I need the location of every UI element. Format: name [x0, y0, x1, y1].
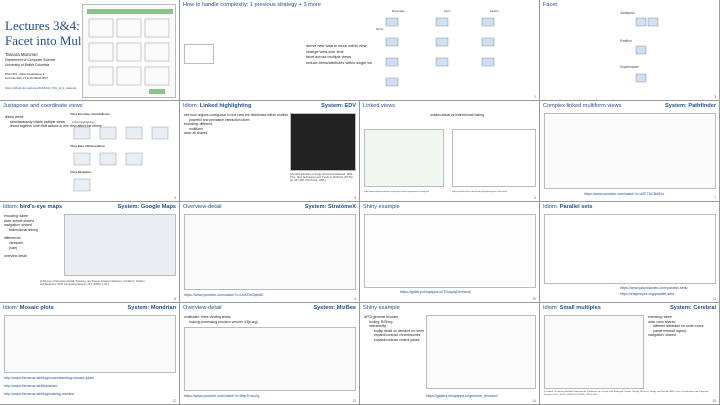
shiny-screenshot	[364, 214, 536, 288]
slide-heading: Shiny example	[363, 305, 400, 311]
stratomex-screenshot	[184, 214, 356, 290]
repo-link[interactable]: https://github.ubc.ca/mds-2016/DSCI_531_…	[5, 86, 77, 90]
slide-parallel-sets: Idiom: Parallel sets https://www.jasonda…	[540, 202, 720, 303]
slide-number: 12	[172, 399, 176, 403]
video-link[interactable]: https://www.youtube.com/watch?v=UcKDbGql…	[184, 293, 264, 297]
strategy-diagram: Manipulate Facet Reduce Derive	[372, 8, 532, 96]
bullet-list: encoding: same data: none shared differe…	[648, 315, 704, 338]
slide-heading: How to handle complexity: 1 previous str…	[183, 2, 321, 8]
label-manipulate: Manipulate	[392, 10, 405, 13]
title-figure	[82, 4, 176, 98]
system-label: System: Google Maps	[117, 204, 176, 210]
mosaic-link-2[interactable]: http://www.theusrus.de/Mondrian/	[4, 384, 57, 388]
system-label: System: Mondrian	[127, 305, 177, 311]
slide-heading: Overview-detail	[183, 204, 222, 210]
facet-icons	[635, 17, 659, 83]
mizbee-screenshot	[184, 327, 356, 391]
bullet-list: APGI genome browser tooling: R/Shiny int…	[364, 315, 425, 342]
slide-heading: Shiny example	[363, 204, 400, 210]
label-derive: Derive	[376, 28, 384, 31]
app-link[interactable]: https://gallery.shinyapps.io/TSupplyDema…	[400, 290, 471, 294]
department: Department of Computer Science	[5, 58, 56, 62]
react-d3-link[interactable]: http://peterbeshai.com/linked-highlighti…	[452, 191, 507, 193]
slide-heading: Complex linked multiform views	[543, 103, 622, 109]
pathfinder-screenshot	[544, 113, 716, 189]
cerebral-screenshot	[544, 315, 644, 389]
system-label: System: Cerebral	[669, 305, 716, 311]
slide-number: 5	[354, 196, 356, 200]
slide-number: 14	[532, 399, 536, 403]
slide-number: 15	[712, 399, 716, 403]
slide-number: 8	[174, 297, 176, 301]
slide-mizbee: Overview-detail System: MizBee multiscal…	[180, 303, 360, 405]
table-thumb	[184, 44, 214, 64]
slide-heading: Idiom: Small multiples	[543, 305, 601, 311]
slide-heading: Idiom: bird's-eye maps	[3, 204, 63, 210]
slide-number: 11	[712, 297, 716, 301]
map-screenshot	[64, 214, 176, 276]
slide-linked-highlighting: Idiom: Linked highlighting System: EDV s…	[180, 101, 360, 202]
video-link[interactable]: https://www.youtube.com/watch?v=aZF7ACBd…	[584, 192, 664, 196]
juxtapose-icons	[73, 126, 169, 192]
bullet-list: encoding: same data: subset shared navig…	[4, 214, 38, 259]
slide-complexity: How to handle complexity: 1 previous str…	[180, 0, 540, 101]
video-link[interactable]: https://www.youtube.com/watch?v=8fqr7rnv…	[184, 394, 259, 398]
bullet-list: see how regions contiguous in one view a…	[184, 113, 289, 136]
slide-shiny-2: Shiny example APGI genome browser toolin…	[360, 303, 540, 405]
slide-stratomex: Overview-detail System: StratomeX https:…	[180, 202, 360, 303]
mosaic-link-3[interactable]: http://www.theusrus.de/blog/making-movie…	[4, 392, 74, 396]
lecture-dates: Lectures 3&4: 27 & 29 March 2017	[5, 76, 49, 80]
slide-heading: Idiom: Parallel sets	[543, 204, 593, 210]
bullet-list: derive new data to show within view chan…	[306, 44, 375, 65]
label-reduce: Reduce	[490, 10, 499, 13]
bullet-list: unidirectional vs bidirectional linking	[430, 113, 484, 117]
citation: [Visual Exploration of Large Structured …	[290, 173, 354, 183]
demo-link[interactable]: https://www.jasondavies.com/parallel-set…	[620, 286, 688, 290]
slide-number: 4	[174, 196, 176, 200]
slide-complex-linked: Complex linked multiform views System: P…	[540, 101, 720, 202]
slide-number: 6	[534, 196, 536, 200]
slide-birds-eye: Idiom: bird's-eye maps System: Google Ma…	[0, 202, 180, 303]
author: Tamara Munzner	[5, 52, 38, 57]
cartogram-link[interactable]: http://www.ralphstraumann.ch/projects/sw…	[364, 191, 429, 193]
university: University of British Columbia	[5, 63, 50, 67]
title-figure-graphic	[87, 9, 173, 94]
system-label: System: StratomeX	[304, 204, 356, 210]
citation: [Cerebral: Visualizing Multiple Experime…	[544, 391, 709, 396]
system-label: System: MizBee	[313, 305, 356, 311]
app-link[interactable]: https://gallery.shinyapps.io/genome_brow…	[426, 394, 498, 398]
slide-number: 9	[354, 297, 356, 301]
mosaic-link-1[interactable]: http://www.theusrus.de/blog/understandin…	[4, 376, 94, 380]
slide-shiny-1: Shiny example https://gallery.shinyapps.…	[360, 202, 540, 303]
slide-facet: Facet Juxtapose Partition Superimpose 3	[540, 0, 720, 101]
mosaic-screenshot	[4, 315, 176, 373]
slide-heading: Idiom: Linked highlighting	[183, 103, 252, 109]
slide-grid: Lectures 3&4: Facet into Multiple Views …	[0, 0, 720, 405]
parallel-sets-figure	[544, 214, 716, 284]
slide-juxtapose: Juxtapose and coordinate views linked vi…	[0, 101, 180, 202]
strategy-icons	[385, 17, 495, 87]
slide-linked-views: Linked views unidirectional vs bidirecti…	[360, 101, 540, 202]
slide-number: 10	[532, 297, 536, 301]
slide-number: 7	[714, 196, 716, 200]
slide-number: 3	[714, 95, 716, 99]
system-label: System: Pathfinder	[665, 103, 716, 109]
edv-screenshot	[290, 113, 356, 171]
bullet-list: multiscale: three viewing levels looking…	[184, 315, 258, 324]
cartogram-figure	[364, 129, 444, 187]
slide-number: 13	[352, 399, 356, 403]
citation: [A Review of Overview+Detail, Zooming, a…	[40, 280, 146, 287]
label-facet: Facet	[444, 10, 451, 13]
linked-highlight-figure	[452, 129, 536, 187]
slide-title: Lectures 3&4: Facet into Multiple Views …	[0, 0, 180, 101]
slide-mosaic: Idiom: Mosaic plots System: Mondrian htt…	[0, 303, 180, 405]
genome-browser-screenshot	[426, 315, 536, 389]
slide-heading: Idiom: Mosaic plots	[3, 305, 54, 311]
slide-heading: Linked views	[363, 103, 396, 109]
slide-heading: Overview-detail	[183, 305, 222, 311]
system-label: System: EDV	[321, 103, 356, 109]
slide-small-multiples: Idiom: Small multiples System: Cerebral …	[540, 303, 720, 405]
slide-number: 2	[534, 95, 536, 99]
article-link[interactable]: https://eagereyes.org/parallel-sets	[620, 292, 674, 296]
